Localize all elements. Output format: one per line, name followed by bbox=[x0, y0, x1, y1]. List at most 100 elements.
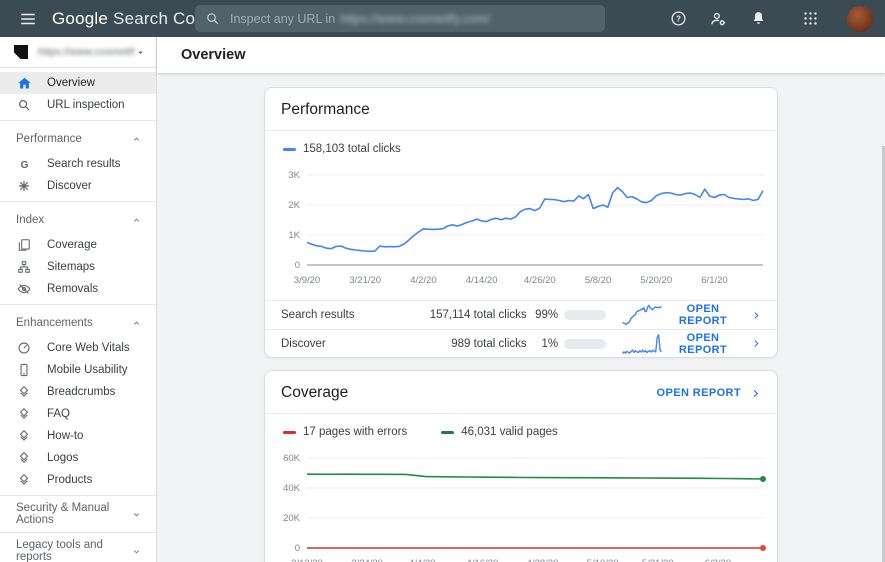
open-report-discover-button[interactable]: OPEN REPORT bbox=[664, 332, 761, 356]
coverage-legend: 17 pages with errors 46,031 valid pages bbox=[265, 414, 777, 440]
sidebar-section-header-legacy-tools-and-reports[interactable]: Legacy tools and reports bbox=[0, 537, 156, 562]
url-inspect-search-input[interactable]: Inspect any URL in https://www.cosmetify… bbox=[195, 5, 605, 32]
performance-card-header: Performance bbox=[265, 88, 777, 131]
sidebar-section-header-performance[interactable]: Performance bbox=[0, 125, 156, 153]
svg-text:6/2/20: 6/2/20 bbox=[705, 558, 731, 562]
sitemaps-icon bbox=[16, 260, 32, 274]
legend-total-clicks: 158,103 total clicks bbox=[283, 143, 401, 155]
svg-text:0: 0 bbox=[295, 260, 300, 271]
dropdown-caret-icon bbox=[138, 51, 143, 54]
svg-text:4/28/20: 4/28/20 bbox=[527, 558, 559, 562]
sidebar-item-products[interactable]: Products bbox=[0, 469, 156, 491]
account-settings-icon[interactable] bbox=[705, 6, 731, 32]
performance-card: Performance 158,103 total clicks 0 1K 2K 3K… bbox=[264, 87, 778, 358]
sidebar-item-url-inspection[interactable]: URL inspection bbox=[0, 94, 156, 116]
sidebar-item-breadcrumbs[interactable]: Breadcrumbs bbox=[0, 381, 156, 403]
sidebar-section-performance: Performance G Search results Discover bbox=[0, 121, 156, 202]
svg-text:4/14/20: 4/14/20 bbox=[466, 275, 498, 286]
sidebar-item-discover[interactable]: Discover bbox=[0, 175, 156, 197]
sidebar-item-sitemaps[interactable]: Sitemaps bbox=[0, 256, 156, 278]
sidebar-item-label: URL inspection bbox=[47, 99, 125, 111]
legend-pages-with-errors: 17 pages with errors bbox=[283, 426, 407, 438]
svg-text:?: ? bbox=[676, 14, 681, 23]
performance-legend: 158,103 total clicks bbox=[265, 131, 777, 157]
sidebar-item-label: Breadcrumbs bbox=[47, 386, 116, 398]
row-clicks-value: 989 total clicks bbox=[451, 337, 527, 350]
svg-text:5/20/20: 5/20/20 bbox=[640, 275, 672, 286]
search-placeholder-property-url: https://www.cosmetify.com/ bbox=[340, 11, 490, 26]
menu-icon[interactable] bbox=[10, 4, 46, 34]
property-url: https://www.cosmetify.com/ bbox=[38, 46, 135, 58]
sidebar-item-coverage[interactable]: Coverage bbox=[0, 234, 156, 256]
sidebar-item-label: How-to bbox=[47, 430, 84, 442]
home-icon bbox=[16, 76, 32, 91]
svg-text:20K: 20K bbox=[283, 513, 301, 524]
core-web-vitals-icon bbox=[16, 341, 32, 355]
property-selector[interactable]: https://www.cosmetify.com/ bbox=[0, 37, 156, 68]
sidebar-item-logos[interactable]: Logos bbox=[0, 447, 156, 469]
legend-total-clicks-label: 158,103 total clicks bbox=[303, 143, 401, 155]
sidebar-item-label: Products bbox=[47, 474, 93, 486]
svg-text:5/10/20: 5/10/20 bbox=[587, 558, 619, 562]
open-report-coverage-button[interactable]: OPEN REPORT bbox=[657, 387, 761, 399]
open-report-search-results-button[interactable]: OPEN REPORT bbox=[664, 303, 761, 327]
row-percent-bar bbox=[564, 338, 607, 349]
sidebar-item-label: Discover bbox=[47, 180, 92, 192]
sidebar-section-security-manual-actions: Security & Manual Actions bbox=[0, 496, 156, 533]
sidebar-section-header-enhancements[interactable]: Enhancements bbox=[0, 309, 156, 337]
svg-text:5/21/20: 5/21/20 bbox=[642, 558, 674, 562]
coverage-chart-wrap: 0 20K 40K 60K 3/12/20 3/24/20 4/4/20 4/16/20 4/2… bbox=[265, 440, 777, 562]
legend-dash-blue bbox=[283, 147, 296, 151]
svg-text:3/12/20: 3/12/20 bbox=[291, 558, 323, 562]
performance-report-rows: Search results 157,114 total clicks 99% … bbox=[265, 300, 777, 357]
section-label: Security & Manual Actions bbox=[16, 502, 110, 526]
help-icon[interactable]: ? bbox=[665, 6, 691, 32]
page-title: Overview bbox=[181, 47, 246, 63]
chevron-up-icon bbox=[131, 134, 142, 145]
sidebar-nav: Overview URL inspection Performance G Search… bbox=[0, 68, 156, 562]
discover-row: Discover 989 total clicks 1% OPEN REPORT bbox=[265, 329, 777, 357]
performance-line-chart: 0 1K 2K 3K 3/9/20 3/21/20 4/2/20 4/14/20 4/26/20… bbox=[288, 170, 764, 286]
chevron-right-icon bbox=[753, 389, 759, 397]
main-area: Overview Performance 158,103 total click… bbox=[157, 37, 885, 562]
sidebar-item-label: Sitemaps bbox=[47, 261, 95, 273]
chevron-right-icon bbox=[754, 340, 759, 347]
sidebar-section-header-index[interactable]: Index bbox=[0, 206, 156, 234]
legend-errors-label: 17 pages with errors bbox=[303, 426, 408, 438]
sidebar-section: Overview URL inspection bbox=[0, 68, 156, 121]
coverage-icon bbox=[16, 238, 32, 252]
google-apps-grid-icon[interactable] bbox=[797, 6, 823, 32]
search-results-row: Search results 157,114 total clicks 99% … bbox=[265, 301, 777, 329]
svg-text:3/24/20: 3/24/20 bbox=[351, 558, 383, 562]
sidebar-item-core-web-vitals[interactable]: Core Web Vitals bbox=[0, 337, 156, 359]
search-icon bbox=[16, 98, 32, 112]
svg-text:1K: 1K bbox=[288, 230, 300, 241]
sidebar-section-index: Index Coverage Sitemaps Removals bbox=[0, 202, 156, 305]
topbar-actions: ? bbox=[665, 5, 873, 32]
sidebar-item-overview[interactable]: Overview bbox=[0, 72, 156, 94]
sidebar-item-label: Overview bbox=[47, 77, 95, 89]
sidebar-item-search-results[interactable]: G Search results bbox=[0, 153, 156, 175]
sidebar-item-how-to[interactable]: How-to bbox=[0, 425, 156, 447]
sidebar-section-header-security-manual-actions[interactable]: Security & Manual Actions bbox=[0, 500, 156, 528]
sidebar-item-mobile-usability[interactable]: Mobile Usability bbox=[0, 359, 156, 381]
row-label: Search results bbox=[281, 309, 355, 321]
discover-sparkline bbox=[622, 333, 663, 354]
sidebar-item-faq[interactable]: FAQ bbox=[0, 403, 156, 425]
notifications-bell-icon[interactable] bbox=[745, 6, 771, 32]
sidebar-item-label: Logos bbox=[47, 452, 79, 464]
svg-text:3/9/20: 3/9/20 bbox=[294, 275, 320, 286]
svg-text:3/21/20: 3/21/20 bbox=[349, 275, 381, 286]
rich-result-icon bbox=[16, 385, 32, 399]
sidebar-item-removals[interactable]: Removals bbox=[0, 278, 156, 300]
row-clicks-value: 157,114 total clicks bbox=[429, 309, 527, 321]
svg-text:4/26/20: 4/26/20 bbox=[524, 275, 556, 286]
row-percent-bar bbox=[564, 310, 607, 320]
sidebar-item-label: Removals bbox=[47, 283, 99, 295]
top-app-bar: Google Search Console Inspect any URL in… bbox=[0, 0, 885, 37]
user-avatar[interactable] bbox=[847, 5, 873, 32]
sidebar-item-label: Mobile Usability bbox=[47, 364, 128, 376]
svg-text:G: G bbox=[20, 159, 28, 170]
search-icon bbox=[207, 13, 219, 25]
section-label: Enhancements bbox=[16, 317, 93, 329]
